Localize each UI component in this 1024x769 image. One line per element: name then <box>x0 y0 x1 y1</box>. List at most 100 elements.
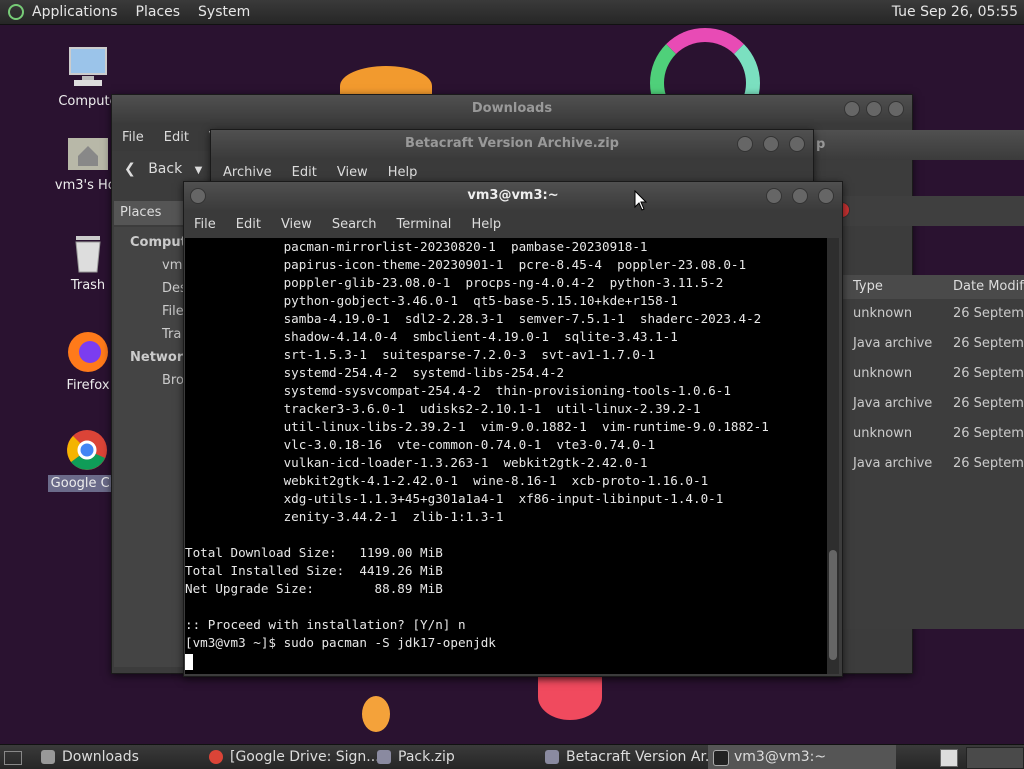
task-google-drive[interactable]: [Google Drive: Sign... <box>204 745 388 769</box>
window-title: vm3@vm3:~ <box>467 188 559 203</box>
mouse-pointer-icon <box>634 190 648 211</box>
menu-archive[interactable]: Archive <box>223 165 272 180</box>
menu-places[interactable]: Places <box>136 4 181 20</box>
archive-icon <box>545 750 559 764</box>
menu-edit[interactable]: Edit <box>164 130 189 145</box>
folder-icon <box>41 750 55 764</box>
task-betacraft-archive[interactable]: Betacraft Version Ar... <box>540 745 724 769</box>
task-downloads[interactable]: Downloads <box>36 745 220 769</box>
terminal-line: pacman-mirrorlist-20230820-1 pambase-202… <box>185 239 648 254</box>
close-button[interactable] <box>888 101 904 117</box>
menu-view[interactable]: View <box>281 217 312 232</box>
terminal-line: webkit2gtk-4.1-2.42.0-1 wine-8.16-1 xcb-… <box>185 473 709 488</box>
close-button[interactable] <box>818 188 834 204</box>
panel-clock[interactable]: Tue Sep 26, 05:55 <box>892 4 1018 20</box>
terminal-line: vlc-3.0.18-16 vte-common-0.74.0-1 vte3-0… <box>185 437 656 452</box>
terminal-scrollbar[interactable] <box>827 238 839 674</box>
minimize-button[interactable] <box>766 188 782 204</box>
menu-system[interactable]: System <box>198 4 250 20</box>
maximize-button[interactable] <box>792 188 808 204</box>
minimize-button[interactable] <box>737 136 753 152</box>
menu-file[interactable]: File <box>194 217 216 232</box>
firefox-icon <box>66 330 110 374</box>
sidebar-item-filesystem[interactable]: File <box>162 304 184 319</box>
list-item[interactable]: unknown 26 Septemb <box>841 359 1024 389</box>
archive-titlebar[interactable]: Betacraft Version Archive.zip <box>211 130 813 158</box>
terminal-line: :: Proceed with installation? [Y/n] n <box>185 617 466 632</box>
workspace-switcher-panel[interactable] <box>966 747 1024 769</box>
terminal-line: util-linux-libs-2.39.2-1 vim-9.0.1882-1 … <box>185 419 769 434</box>
maximize-button[interactable] <box>763 136 779 152</box>
file-list-header: Type Date Modifi <box>841 275 1024 299</box>
archive-icon <box>377 750 391 764</box>
maximize-button[interactable] <box>866 101 882 117</box>
taskbar: Downloads [Google Drive: Sign... Pack.zi… <box>0 744 1024 769</box>
menu-help[interactable]: Help <box>471 217 501 232</box>
sidebar-item-browse-network[interactable]: Bro <box>162 373 184 388</box>
home-folder-icon <box>66 130 110 174</box>
terminal-line: srt-1.5.3-1 suitesparse-7.2.0-3 svt-av1-… <box>185 347 656 362</box>
minimize-button[interactable] <box>844 101 860 117</box>
show-desktop-icon[interactable] <box>4 751 22 765</box>
workspace-switcher-icon[interactable] <box>940 749 958 767</box>
top-panel: Applications Places System Tue Sep 26, 0… <box>0 0 1024 25</box>
chrome-icon <box>65 428 109 472</box>
distro-logo-icon[interactable] <box>8 4 24 20</box>
sidebar-item-trash[interactable]: Tra <box>162 327 181 342</box>
list-item[interactable]: Java archive 26 Septemb <box>841 389 1024 419</box>
menu-terminal[interactable]: Terminal <box>396 217 451 232</box>
terminal-line: tracker3-3.6.0-1 udisks2-2.10.1-1 util-l… <box>185 401 701 416</box>
places-dropdown[interactable]: Places <box>114 201 190 225</box>
menu-applications[interactable]: Applications <box>32 4 118 20</box>
task-pack-zip[interactable]: Pack.zip <box>372 745 556 769</box>
menu-file[interactable]: File <box>122 130 144 145</box>
terminal-line: xdg-utils-1.1.3+45+g301a1a4-1 xf86-input… <box>185 491 724 506</box>
wallpaper-orange-blob-bottom <box>538 674 602 720</box>
list-item[interactable]: Java archive 26 Septemb <box>841 329 1024 359</box>
terminal-line: systemd-254.4-2 systemd-libs-254.4-2 <box>185 365 565 380</box>
pack-window-titlebar[interactable]: p <box>790 130 1024 160</box>
terminal-titlebar[interactable]: vm3@vm3:~ <box>184 182 842 210</box>
wallpaper-orange-dot <box>362 696 390 732</box>
desktop-icon-label: Compute <box>58 94 118 109</box>
desktop-icon-label: Trash <box>70 278 106 293</box>
window-menu-button[interactable] <box>190 188 206 204</box>
terminal-line: [vm3@vm3 ~]$ sudo pacman -S jdk17-openjd… <box>185 635 496 650</box>
terminal-line: shadow-4.14.0-4 smbclient-4.19.0-1 sqlit… <box>185 329 678 344</box>
list-item[interactable]: unknown 26 Septemb <box>841 299 1024 329</box>
terminal-menubar: File Edit View Search Terminal Help <box>184 210 842 238</box>
menu-edit[interactable]: Edit <box>236 217 261 232</box>
terminal-line: vulkan-icd-loader-1.3.263-1 webkit2gtk-2… <box>185 455 648 470</box>
terminal-line: Net Upgrade Size: 88.89 MiB <box>185 581 443 596</box>
list-item[interactable]: Java archive 26 Septemb <box>841 449 1024 479</box>
back-button[interactable]: ❮ Back ▼ <box>124 161 202 177</box>
menu-help[interactable]: Help <box>388 165 418 180</box>
window-title: Betacraft Version Archive.zip <box>405 136 619 151</box>
menu-view[interactable]: View <box>337 165 368 180</box>
scrollbar-thumb[interactable] <box>829 550 837 660</box>
terminal-line: poppler-glib-23.08.0-1 procps-ng-4.0.4-2… <box>185 275 724 290</box>
terminal-line: samba-4.19.0-1 sdl2-2.28.3-1 semver-7.5.… <box>185 311 762 326</box>
list-item[interactable]: unknown 26 Septemb <box>841 419 1024 449</box>
menu-edit[interactable]: Edit <box>292 165 317 180</box>
back-arrow-icon: ❮ <box>124 161 136 177</box>
menu-search[interactable]: Search <box>332 217 377 232</box>
terminal-output[interactable]: pacman-mirrorlist-20230820-1 pambase-202… <box>185 238 827 674</box>
column-type-header[interactable]: Type <box>853 275 883 299</box>
terminal-icon <box>713 750 729 766</box>
terminal-line: papirus-icon-theme-20230901-1 pcre-8.45-… <box>185 257 747 272</box>
chrome-icon <box>209 750 223 764</box>
desktop-icon-label: Firefox <box>66 378 110 393</box>
terminal-line: systemd-sysvcompat-254.4-2 thin-provisio… <box>185 383 731 398</box>
close-button[interactable] <box>789 136 805 152</box>
computer-icon <box>66 46 110 90</box>
chevron-down-icon[interactable]: ▼ <box>195 165 203 176</box>
terminal-cursor <box>185 653 193 670</box>
task-terminal[interactable]: vm3@vm3:~ <box>708 745 896 769</box>
pack-window-toolbar <box>834 196 1024 226</box>
downloads-titlebar[interactable]: Downloads <box>112 95 912 123</box>
terminal-line: python-gobject-3.46.0-1 qt5-base-5.15.10… <box>185 293 678 308</box>
column-date-header[interactable]: Date Modifi <box>953 275 1024 299</box>
